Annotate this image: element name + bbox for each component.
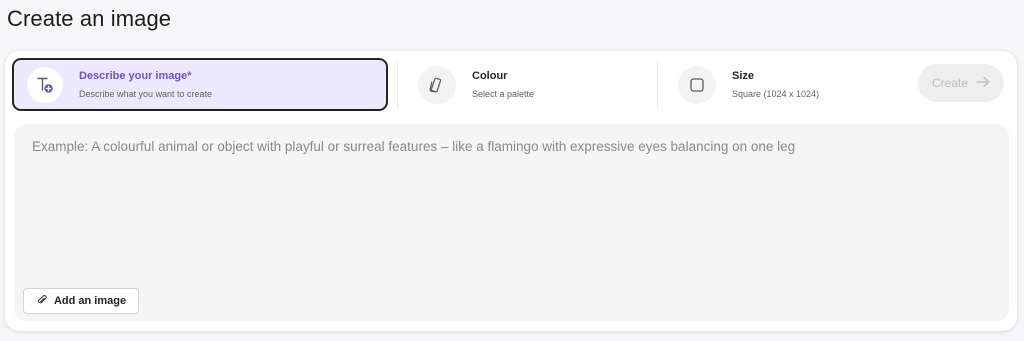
prompt-input[interactable] <box>14 124 1009 274</box>
arrow-right-icon <box>976 76 990 91</box>
create-button[interactable]: Create <box>918 64 1004 102</box>
describe-option-title: Describe your image* <box>79 70 192 82</box>
add-image-button[interactable]: Add an image <box>23 288 139 314</box>
colour-option-subtitle: Select a palette <box>472 89 535 99</box>
square-icon <box>678 65 716 104</box>
divider <box>397 61 398 109</box>
text-add-icon <box>27 66 63 103</box>
size-option[interactable]: Size Square (1024 x 1024) <box>673 58 913 111</box>
paperclip-icon <box>36 294 48 309</box>
image-creator-card: Describe your image* Describe what you w… <box>5 51 1017 331</box>
describe-image-option[interactable]: Describe your image* Describe what you w… <box>12 58 388 111</box>
colour-option-title: Colour <box>472 70 508 82</box>
prompt-area: Add an image <box>14 124 1009 321</box>
describe-option-subtitle: Describe what you want to create <box>79 89 213 99</box>
divider <box>657 61 658 109</box>
palette-swatch-icon <box>418 65 456 104</box>
create-button-label: Create <box>931 76 969 90</box>
size-option-title: Size <box>732 70 755 82</box>
add-image-label: Add an image <box>53 295 127 307</box>
page-title: Create an image <box>7 6 172 31</box>
colour-option[interactable]: Colour Select a palette <box>413 58 653 111</box>
size-option-subtitle: Square (1024 x 1024) <box>732 89 820 99</box>
